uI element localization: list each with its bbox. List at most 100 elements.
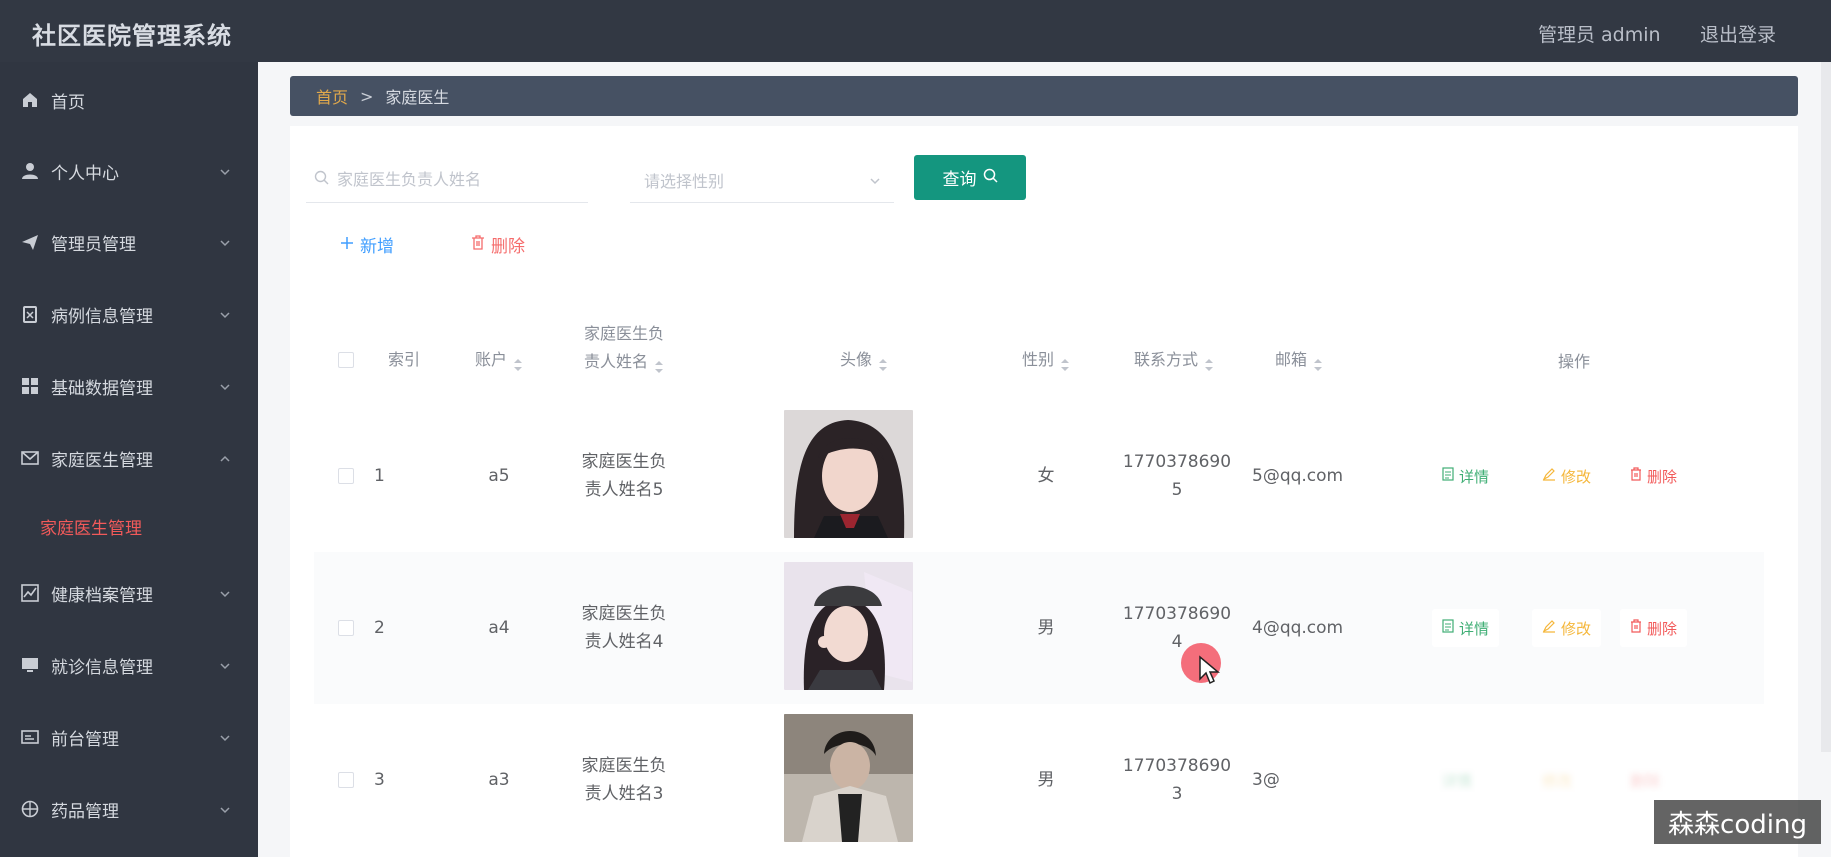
column-header-avatar[interactable]: 头像 — [814, 346, 914, 374]
breadcrumb-separator: > — [360, 86, 374, 106]
column-header-gender[interactable]: 性别 — [1006, 346, 1086, 374]
sidebar-item-family-doctor[interactable]: 家庭医生管理 — [0, 430, 258, 486]
cell-account: a5 — [488, 466, 510, 486]
logout-link[interactable]: 退出登录 — [1700, 20, 1776, 47]
chevron-down-icon — [218, 658, 232, 672]
sidebar-item-front-desk[interactable]: 前台管理 — [0, 709, 258, 765]
sidebar-item-label: 健康档案管理 — [51, 585, 153, 606]
edit-button[interactable]: 修改 — [1532, 457, 1602, 495]
table-row: 2 a4 家庭医生负 责人姓名4 男 1770378690 4 4@qq.com… — [314, 552, 1764, 704]
edit-button[interactable]: 修改 — [1532, 609, 1602, 647]
query-button[interactable]: 查询 — [914, 155, 1026, 200]
chevron-down-icon — [218, 802, 232, 816]
cell-doctor-name: 家庭医生负 责人姓名3 — [581, 756, 667, 804]
sidebar-item-label: 首页 — [51, 92, 85, 113]
sidebar-item-visit-info[interactable]: 就诊信息管理 — [0, 637, 258, 693]
edit-icon — [1542, 619, 1556, 637]
doctor-avatar-image — [784, 562, 913, 690]
cell-account: a4 — [488, 618, 510, 638]
detail-button[interactable]: 详情 — [1432, 609, 1500, 647]
mail-icon — [20, 448, 40, 468]
chart-icon — [20, 583, 40, 603]
trash-icon — [471, 234, 485, 255]
cell-account: a3 — [488, 770, 510, 790]
sidebar-item-medicine[interactable]: 药品管理 — [0, 781, 258, 837]
sidebar-item-home[interactable]: 首页 — [0, 72, 258, 128]
cell-email: 4@qq.com — [1252, 618, 1344, 638]
sidebar-item-label: 就诊信息管理 — [51, 657, 153, 678]
gender-select[interactable]: 请选择性别 — [630, 157, 894, 203]
add-button[interactable]: 新增 — [340, 232, 394, 257]
plus-icon — [340, 235, 354, 255]
sidebar-item-label: 药品管理 — [51, 801, 119, 822]
column-header-phone[interactable]: 联系方式 — [1114, 346, 1234, 374]
query-button-label: 查询 — [942, 170, 977, 190]
chevron-down-icon — [218, 307, 232, 321]
cell-index: 3 — [374, 770, 385, 790]
sidebar-item-label: 个人中心 — [51, 163, 119, 184]
delete-button[interactable]: 删除 — [1620, 761, 1671, 799]
sidebar-item-personal-center[interactable]: 个人中心 — [0, 143, 258, 199]
sidebar: 首页 个人中心 管理员管理 病例信息管理 基础数据管理 家庭医生管理 家庭医生管… — [0, 62, 258, 857]
sidebar-item-label: 家庭医生管理 — [51, 450, 153, 471]
main-content: 首页 > 家庭医生 请选择性别 查询 新增 删除 — [258, 62, 1831, 857]
cell-gender: 男 — [1037, 770, 1055, 790]
sidebar-item-label: 前台管理 — [51, 729, 119, 750]
cell-doctor-name: 家庭医生负 责人姓名5 — [581, 452, 667, 500]
sidebar-item-basic-data[interactable]: 基础数据管理 — [0, 358, 258, 414]
breadcrumb-home-link[interactable]: 首页 — [316, 84, 348, 108]
detail-button[interactable]: 详情 — [1432, 457, 1500, 495]
row-checkbox[interactable] — [338, 620, 354, 636]
chevron-down-icon — [218, 730, 232, 744]
document-icon — [1442, 467, 1454, 485]
sidebar-item-label: 病例信息管理 — [51, 306, 153, 327]
sidebar-item-admin-management[interactable]: 管理员管理 — [0, 214, 258, 270]
column-header-account[interactable]: 账户 — [454, 346, 544, 374]
doctor-name-search-input[interactable] — [337, 170, 577, 189]
home-icon — [20, 90, 40, 110]
cell-email: 3@ — [1252, 770, 1280, 790]
sort-icon — [513, 353, 523, 371]
breadcrumb: 首页 > 家庭医生 — [290, 76, 1798, 116]
sort-icon — [878, 353, 888, 371]
cell-phone: 1770378690 5 — [1122, 452, 1232, 500]
add-button-label: 新增 — [360, 237, 394, 257]
submenu-item-label: 家庭医生管理 — [40, 518, 142, 539]
select-all-checkbox[interactable] — [338, 352, 354, 368]
submenu-item-family-doctor[interactable]: 家庭医生管理 — [0, 502, 258, 550]
search-icon — [314, 170, 329, 189]
sidebar-item-case-management[interactable]: 病例信息管理 — [0, 286, 258, 342]
table-row: 3 a3 家庭医生负 责人姓名3 男 1770378690 3 3@ 详情 修改… — [314, 704, 1764, 856]
delete-button[interactable]: 删除 — [1620, 457, 1688, 495]
table-row: 1 a5 家庭医生负责人姓名5 女 17703786905 5@qq.com — [314, 400, 1764, 552]
chevron-down-icon — [218, 586, 232, 600]
sort-icon — [1313, 353, 1323, 371]
row-checkbox[interactable] — [338, 772, 354, 788]
chevron-down-icon — [218, 379, 232, 393]
edit-button[interactable]: 修改 — [1532, 761, 1583, 799]
detail-button[interactable]: 详情 — [1432, 761, 1483, 799]
column-header-email[interactable]: 邮箱 — [1254, 346, 1344, 374]
gender-select-placeholder: 请选择性别 — [644, 171, 725, 191]
column-header-operations: 操作 — [1557, 352, 1590, 371]
delete-button[interactable]: 删除 — [1620, 609, 1688, 647]
cell-index: 2 — [374, 618, 385, 638]
watermark: 森森coding — [1654, 800, 1821, 844]
doctor-name-search-field[interactable] — [306, 157, 588, 203]
column-header-doctor-name[interactable]: 家庭医生负 责人姓名 — [564, 320, 684, 376]
sort-icon — [654, 355, 664, 373]
cell-doctor-name: 家庭医生负 责人姓名4 — [581, 604, 667, 652]
mouse-cursor-icon — [1199, 655, 1220, 685]
sort-icon — [1204, 353, 1214, 371]
sidebar-item-label: 管理员管理 — [51, 234, 136, 255]
batch-delete-button[interactable]: 删除 — [471, 232, 525, 257]
cell-index: 1 — [374, 466, 385, 486]
grid-icon — [20, 376, 40, 396]
sidebar-item-health-records[interactable]: 健康档案管理 — [0, 565, 258, 621]
document-icon — [1442, 619, 1454, 637]
row-checkbox[interactable] — [338, 468, 354, 484]
vertical-scrollbar[interactable] — [1821, 62, 1831, 752]
chevron-down-icon — [218, 164, 232, 178]
doctor-avatar-image — [784, 410, 913, 538]
clipboard-icon — [20, 304, 40, 324]
